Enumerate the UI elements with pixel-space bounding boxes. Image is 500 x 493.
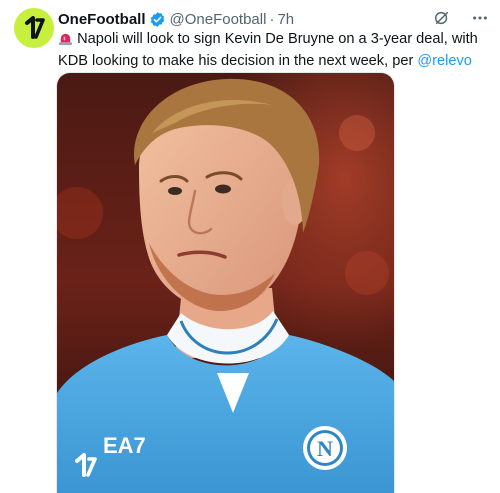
- onefootball-logo-icon: [25, 16, 45, 39]
- mention-link[interactable]: @relevo: [417, 53, 472, 69]
- tweet-header: OneFootball @OneFootball · 7h: [58, 9, 294, 29]
- siren-emoji-icon: [58, 31, 73, 52]
- napoli-crest-icon: N: [303, 426, 347, 470]
- kit-sponsor-text: EA7: [103, 433, 146, 458]
- tweet[interactable]: OneFootball @OneFootball · 7h Napoli wil…: [0, 0, 500, 493]
- grok-icon[interactable]: [432, 8, 452, 28]
- tweet-media-photo[interactable]: EA7 N: [56, 72, 395, 493]
- more-icon[interactable]: [470, 8, 490, 28]
- handle[interactable]: @OneFootball: [170, 11, 267, 28]
- timestamp[interactable]: 7h: [277, 11, 294, 28]
- crest-letter: N: [317, 436, 333, 461]
- tweet-body-text: Napoli will look to sign Kevin De Bruyne…: [58, 31, 478, 69]
- display-name[interactable]: OneFootball: [58, 11, 146, 28]
- verified-badge-icon: [149, 11, 166, 28]
- avatar[interactable]: [14, 8, 54, 48]
- tweet-actions-top: [432, 8, 490, 28]
- separator: ·: [269, 10, 275, 28]
